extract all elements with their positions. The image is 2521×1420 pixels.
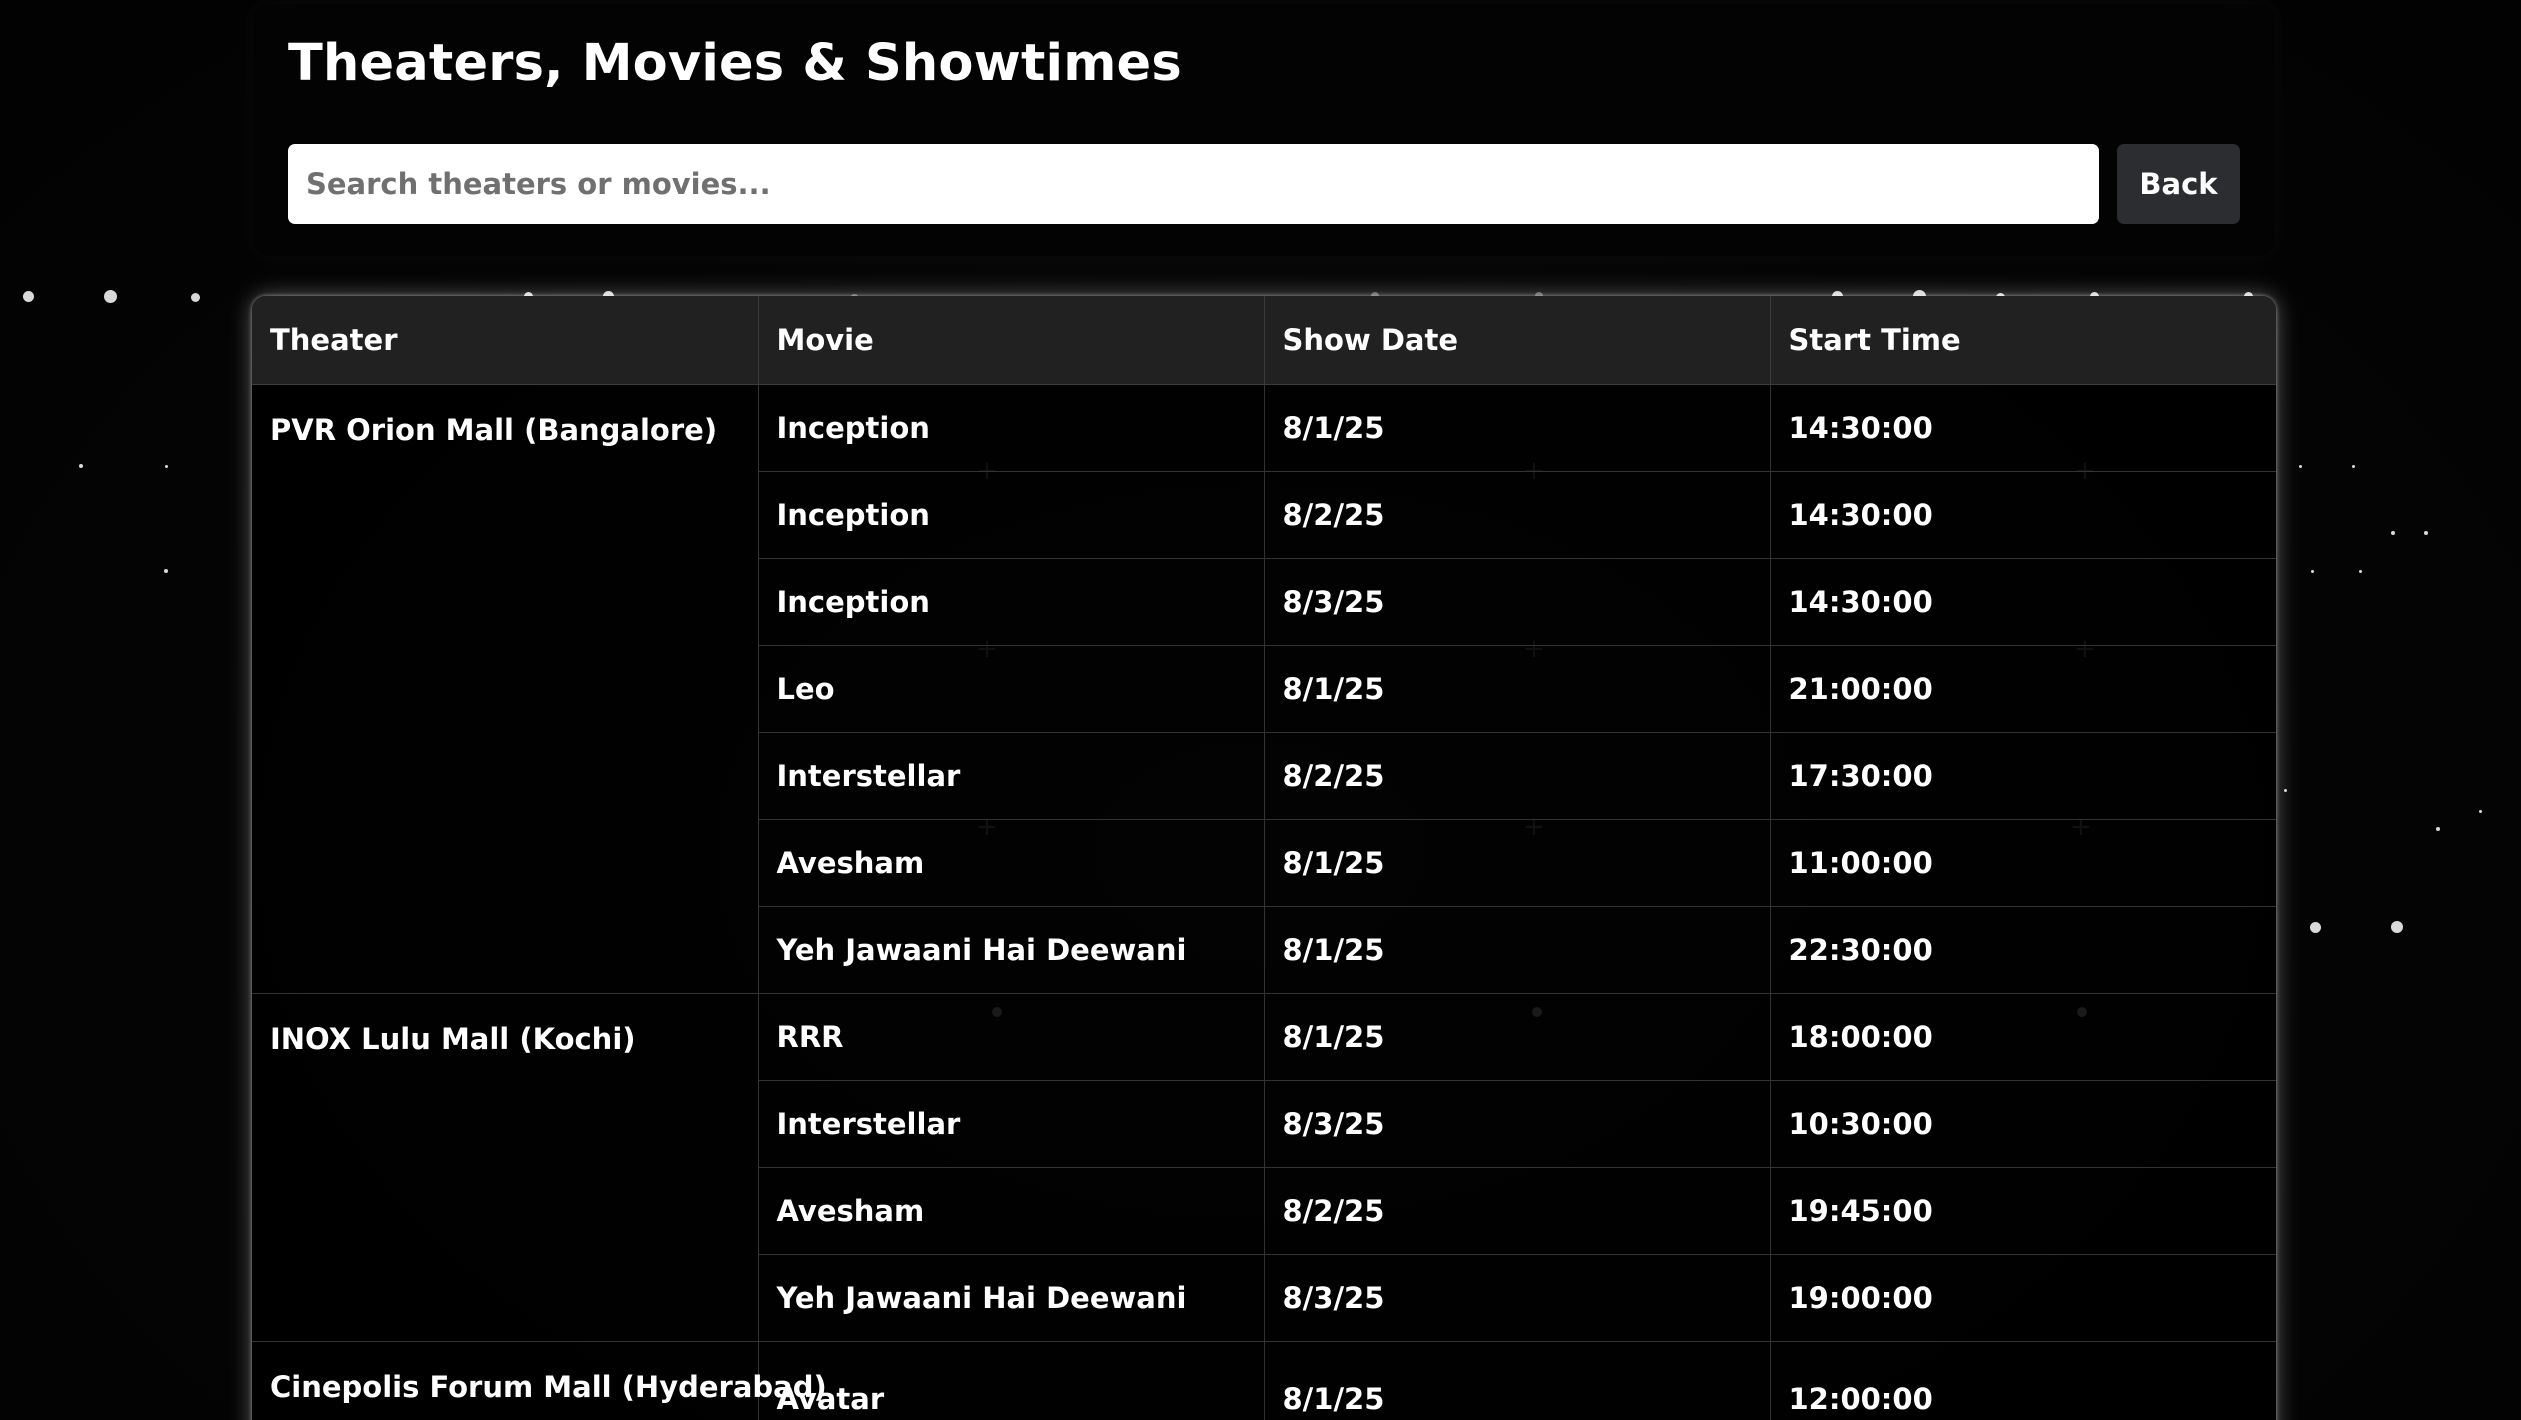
- movie-title-cell: Inception: [758, 384, 1265, 472]
- start-time-cell: 22:30:00: [1770, 906, 2276, 994]
- particle-dot: [2298, 464, 2302, 468]
- particle-dot: [2391, 531, 2395, 535]
- start-time-cell: 18:00:00: [1770, 993, 2276, 1081]
- show-date-cell: 8/1/25: [1264, 819, 1771, 907]
- page: +++++++++ Theaters, Movies & Showtimes B…: [0, 0, 2521, 1420]
- particle-dot: [2391, 921, 2403, 933]
- back-button[interactable]: Back: [2117, 144, 2240, 224]
- table-body: PVR Orion Mall (Bangalore) Inception 8/1/2…: [252, 384, 2276, 1420]
- particle-dot: [2283, 788, 2287, 792]
- theater-name-cell: Cinepolis Forum Mall (Hyderabad): [252, 1341, 827, 1420]
- theater-name-cell: INOX Lulu Mall (Kochi): [252, 993, 759, 1342]
- show-date-cell: 8/2/25: [1264, 471, 1771, 559]
- show-date-cell: 8/1/25: [1264, 993, 1771, 1081]
- start-time-cell: 19:45:00: [1770, 1167, 2276, 1255]
- particle-dot: [2436, 827, 2440, 831]
- start-time-cell: 12:00:00: [1770, 1341, 2276, 1420]
- particle-dot: [2424, 531, 2428, 535]
- show-date-cell: 8/1/25: [1264, 1341, 1771, 1420]
- show-date-cell: 8/3/25: [1264, 1254, 1771, 1342]
- particle-dot: [2310, 569, 2314, 573]
- movie-title-cell: Yeh Jawaani Hai Deewani: [758, 1254, 1265, 1342]
- movie-title-cell: Avesham: [758, 819, 1265, 907]
- column-header-theater: Theater: [252, 296, 759, 385]
- table-header-row: Theater Movie Show Date Start Time: [252, 296, 2276, 385]
- particle-dot: [79, 464, 83, 468]
- particle-dot: [22, 290, 34, 302]
- show-date-cell: 8/2/25: [1264, 732, 1771, 820]
- movie-title-cell: Interstellar: [758, 1080, 1265, 1168]
- start-time-cell: 17:30:00: [1770, 732, 2276, 820]
- column-header-start-time: Start Time: [1770, 296, 2276, 385]
- particle-dot: [2309, 921, 2321, 933]
- particle-dot: [2358, 569, 2362, 573]
- column-header-movie: Movie: [758, 296, 1265, 385]
- table-row: INOX Lulu Mall (Kochi) RRR 8/1/25 18:00:00: [252, 993, 2276, 1342]
- start-time-cell: 21:00:00: [1770, 645, 2276, 733]
- movie-title-cell: Interstellar: [758, 732, 1265, 820]
- particle-dot: [164, 464, 168, 468]
- movie-title-cell: Avatar: [758, 1341, 1265, 1420]
- movie-title-cell: Avesham: [758, 1167, 1265, 1255]
- movie-title-cell: Yeh Jawaani Hai Deewani: [758, 906, 1265, 994]
- start-time-cell: 14:30:00: [1770, 384, 2276, 472]
- movie-title-cell: Inception: [758, 558, 1265, 646]
- particle-dot: [164, 569, 168, 573]
- showtimes-table-container: Theater Movie Show Date Start Time PVR O…: [252, 296, 2276, 1420]
- start-time-cell: 19:00:00: [1770, 1254, 2276, 1342]
- start-time-cell: 10:30:00: [1770, 1080, 2276, 1168]
- movie-title-cell: Leo: [758, 645, 1265, 733]
- show-date-cell: 8/3/25: [1264, 558, 1771, 646]
- movie-title-cell: Inception: [758, 471, 1265, 559]
- table-row: PVR Orion Mall (Bangalore) Inception 8/1/2…: [252, 384, 2276, 994]
- particle-dot: [2351, 464, 2355, 468]
- showtimes-table: Theater Movie Show Date Start Time PVR O…: [252, 296, 2276, 1420]
- show-date-cell: 8/1/25: [1264, 906, 1771, 994]
- column-header-show-date: Show Date: [1264, 296, 1771, 385]
- show-date-cell: 8/3/25: [1264, 1080, 1771, 1168]
- page-title: Theaters, Movies & Showtimes: [288, 34, 1182, 93]
- start-time-cell: 14:30:00: [1770, 471, 2276, 559]
- start-time-cell: 14:30:00: [1770, 558, 2276, 646]
- movie-title-cell: RRR: [758, 993, 1265, 1081]
- table-row: Cinepolis Forum Mall (Hyderabad) Avatar 8/…: [252, 1341, 2276, 1420]
- particle-dot: [103, 289, 117, 303]
- show-date-cell: 8/1/25: [1264, 645, 1771, 733]
- search-input[interactable]: [288, 144, 2099, 224]
- theater-name-cell: PVR Orion Mall (Bangalore): [252, 384, 759, 994]
- show-date-cell: 8/2/25: [1264, 1167, 1771, 1255]
- particle-dot: [2478, 809, 2482, 813]
- start-time-cell: 11:00:00: [1770, 819, 2276, 907]
- particle-dot: [190, 292, 200, 302]
- show-date-cell: 8/1/25: [1264, 384, 1771, 472]
